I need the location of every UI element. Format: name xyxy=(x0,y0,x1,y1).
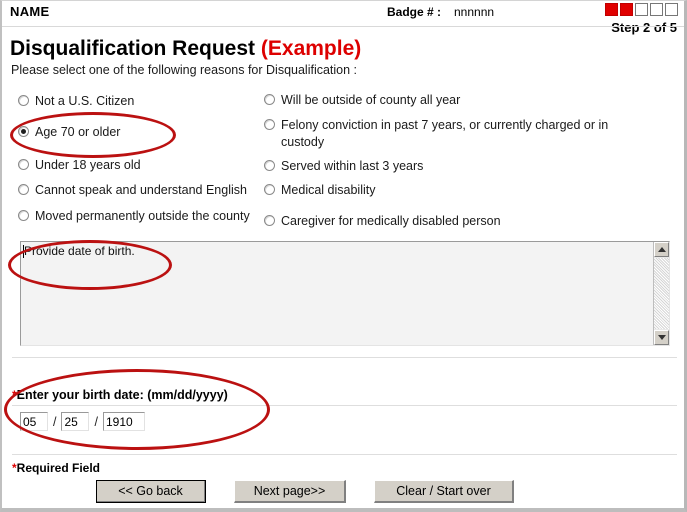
reason-option-label: Served within last 3 years xyxy=(281,159,424,173)
reason-option-outside-county-all-year[interactable]: Will be outside of county all year xyxy=(264,92,460,109)
radio-icon[interactable] xyxy=(264,184,275,195)
date-separator-1: / xyxy=(53,414,57,429)
reason-option-served-last-3-years[interactable]: Served within last 3 years xyxy=(264,158,423,175)
reason-option-label: Caregiver for medically disabled person xyxy=(281,214,501,228)
reason-options-group: Not a U.S. Citizen Age 70 or older Under… xyxy=(2,87,684,237)
radio-icon[interactable] xyxy=(264,215,275,226)
reason-option-label: Felony conviction in past 7 years, or cu… xyxy=(281,118,609,149)
badge-number-label: Badge # : xyxy=(387,5,442,19)
scroll-down-arrow-icon[interactable] xyxy=(654,330,669,345)
step-counter-label: Step 2 of 5 xyxy=(611,20,677,35)
radio-selected-icon[interactable] xyxy=(18,126,29,137)
divider-below-birth-date-label xyxy=(12,405,677,406)
page-title-text: Disqualification Request xyxy=(10,37,256,60)
header-divider xyxy=(2,26,684,27)
step-box-3 xyxy=(635,3,648,16)
step-progress-indicator xyxy=(605,3,678,16)
birth-date-label-text: Enter your birth date: (mm/dd/yyyy) xyxy=(16,388,228,402)
reason-option-felony-conviction[interactable]: Felony conviction in past 7 years, or cu… xyxy=(264,117,651,151)
reason-option-label: Moved permanently outside the county xyxy=(35,209,250,223)
birth-day-input[interactable] xyxy=(61,412,90,431)
reason-option-label: Under 18 years old xyxy=(35,158,141,172)
reason-option-label: Age 70 or older xyxy=(35,125,121,139)
reason-option-label: Will be outside of county all year xyxy=(281,93,461,107)
radio-icon[interactable] xyxy=(18,95,29,106)
reason-option-under-18[interactable]: Under 18 years old xyxy=(18,157,141,174)
scroll-up-arrow-icon[interactable] xyxy=(654,242,669,257)
go-back-button[interactable]: << Go back xyxy=(96,480,206,503)
radio-icon[interactable] xyxy=(264,160,275,171)
date-separator-2: / xyxy=(94,414,98,429)
badge-number-value: nnnnnn xyxy=(454,5,495,19)
reason-option-not-us-citizen[interactable]: Not a U.S. Citizen xyxy=(18,93,134,110)
scrollbar-track[interactable] xyxy=(654,258,669,329)
comment-textarea-scrollbar[interactable] xyxy=(653,242,669,345)
reason-option-caregiver[interactable]: Caregiver for medically disabled person xyxy=(264,213,501,230)
comment-textarea-value: Provide date of birth. xyxy=(24,244,135,258)
reason-option-moved-outside-county[interactable]: Moved permanently outside the county xyxy=(18,208,250,225)
reason-option-medical-disability[interactable]: Medical disability xyxy=(264,182,375,199)
next-page-button[interactable]: Next page>> xyxy=(234,480,346,503)
birth-year-input[interactable] xyxy=(102,412,145,431)
divider-above-birth-date xyxy=(12,357,677,358)
divider-above-required-note xyxy=(12,454,677,455)
radio-icon[interactable] xyxy=(18,184,29,195)
radio-icon[interactable] xyxy=(18,210,29,221)
reason-option-label: Cannot speak and understand English xyxy=(35,183,247,197)
user-name-label: NAME xyxy=(10,4,50,19)
reason-option-age-70-or-older[interactable]: Age 70 or older xyxy=(18,124,120,141)
required-field-note: *Required Field xyxy=(12,461,100,475)
radio-icon[interactable] xyxy=(264,119,275,130)
page-title-example-tag: (Example) xyxy=(260,37,362,60)
birth-month-input[interactable] xyxy=(20,412,48,431)
reason-option-label: Not a U.S. Citizen xyxy=(35,94,135,108)
comment-textarea[interactable]: Provide date of birth. xyxy=(20,241,670,346)
form-action-buttons: << Go back Next page>> Clear / Start ove… xyxy=(96,480,514,503)
step-box-1 xyxy=(605,3,618,16)
reason-option-cannot-speak-english[interactable]: Cannot speak and understand English xyxy=(18,182,247,199)
radio-icon[interactable] xyxy=(18,159,29,170)
disqualification-request-page: NAME Badge # : nnnnnn Step 2 of 5 Disqua… xyxy=(0,0,687,512)
birth-date-label: *Enter your birth date: (mm/dd/yyyy) xyxy=(12,388,228,402)
step-box-4 xyxy=(650,3,663,16)
page-title: Disqualification Request (Example) xyxy=(10,37,361,61)
highlight-enter-your-birth-date xyxy=(4,369,270,450)
reason-option-label: Medical disability xyxy=(281,183,376,197)
step-box-5 xyxy=(665,3,678,16)
instruction-text: Please select one of the following reaso… xyxy=(11,63,358,77)
page-header: NAME Badge # : nnnnnn Step 2 of 5 xyxy=(2,1,684,35)
required-field-note-text: Required Field xyxy=(16,461,101,475)
birth-date-field-group: / / xyxy=(20,412,145,431)
step-box-2 xyxy=(620,3,633,16)
radio-icon[interactable] xyxy=(264,94,275,105)
clear-start-over-button[interactable]: Clear / Start over xyxy=(374,480,514,503)
